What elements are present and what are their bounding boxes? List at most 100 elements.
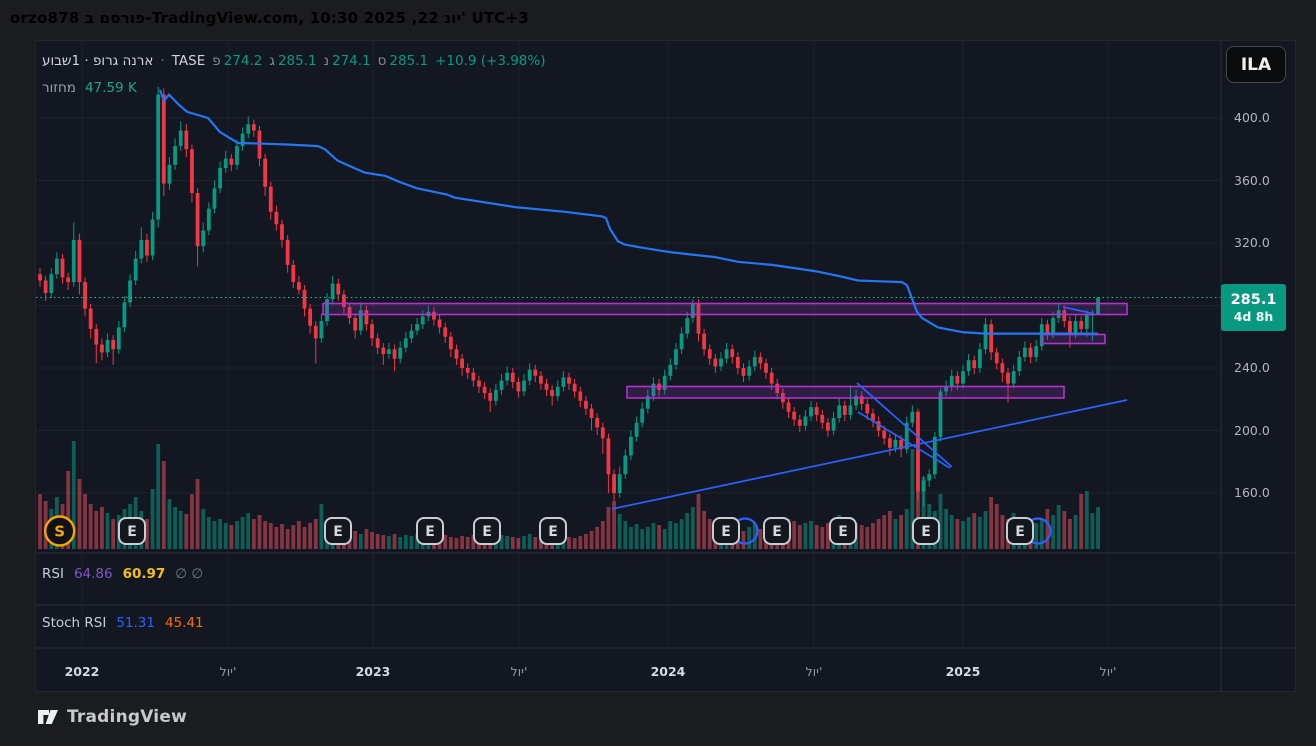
candle[interactable]	[77, 233, 82, 295]
candle[interactable]	[797, 414, 802, 433]
candle[interactable]	[887, 433, 892, 456]
candle[interactable]	[150, 211, 155, 261]
volume-bar[interactable]	[1062, 511, 1067, 549]
volume-bar[interactable]	[1068, 519, 1072, 549]
volume-bar[interactable]	[792, 521, 797, 549]
split-marker[interactable]: S	[44, 515, 76, 547]
volume-bar[interactable]	[460, 536, 464, 549]
candle[interactable]	[1079, 316, 1084, 336]
volume-bar[interactable]	[454, 538, 459, 549]
volume-bar[interactable]	[173, 507, 177, 549]
volume-bar[interactable]	[674, 523, 678, 549]
volume-bar[interactable]	[291, 525, 296, 549]
candle[interactable]	[640, 402, 645, 428]
candle[interactable]	[612, 469, 616, 501]
volume-bar[interactable]	[527, 534, 532, 549]
candle[interactable]	[71, 222, 76, 287]
candle[interactable]	[972, 355, 977, 375]
candle[interactable]	[415, 318, 419, 336]
candle[interactable]	[814, 402, 819, 422]
volume-bar[interactable]	[510, 537, 515, 549]
volume-bar[interactable]	[904, 509, 909, 549]
candle[interactable]	[741, 363, 746, 383]
volume-bar[interactable]	[865, 527, 870, 549]
earnings-marker[interactable]: E	[416, 517, 444, 545]
candle[interactable]	[454, 344, 459, 365]
candle[interactable]	[330, 275, 335, 304]
candle[interactable]	[235, 139, 239, 170]
candle[interactable]	[122, 296, 127, 333]
candle[interactable]	[173, 138, 177, 170]
candle[interactable]	[724, 343, 729, 364]
time-tick-label[interactable]: יול'	[1078, 664, 1138, 679]
rectangle-drawing[interactable]	[1041, 333, 1106, 345]
candle[interactable]	[927, 469, 932, 487]
time-tick-label[interactable]: 2025	[933, 664, 993, 679]
candle[interactable]	[820, 410, 825, 429]
volume-bar[interactable]	[859, 525, 864, 549]
candle[interactable]	[190, 144, 194, 203]
volume-bar[interactable]	[212, 521, 217, 549]
candle[interactable]	[308, 303, 313, 334]
volume-bar[interactable]	[94, 511, 99, 549]
candle[interactable]	[167, 157, 172, 190]
volume-bar[interactable]	[820, 527, 825, 549]
candle[interactable]	[195, 188, 200, 267]
volume-bar[interactable]	[358, 534, 363, 549]
earnings-marker[interactable]: E	[912, 517, 940, 545]
volume-bar[interactable]	[398, 537, 403, 549]
volume-bar[interactable]	[887, 511, 892, 549]
volume-bar[interactable]	[313, 519, 318, 549]
rectangle-drawing[interactable]	[322, 302, 1128, 316]
candle[interactable]	[668, 358, 673, 381]
candle[interactable]	[403, 332, 408, 353]
time-tick-label[interactable]: יול'	[489, 664, 549, 679]
volume-bar[interactable]	[156, 444, 161, 549]
candle[interactable]	[128, 274, 132, 308]
candle[interactable]	[409, 324, 414, 343]
volume-bar[interactable]	[178, 511, 183, 549]
candle[interactable]	[876, 416, 881, 437]
price-tick-label[interactable]: 200.0	[1227, 423, 1289, 438]
volume-bar[interactable]	[268, 523, 273, 549]
candle[interactable]	[319, 313, 324, 343]
volume-bar[interactable]	[657, 525, 661, 549]
candle[interactable]	[133, 250, 138, 286]
tradingview-watermark[interactable]: TradingView	[36, 705, 187, 729]
volume-bar[interactable]	[206, 517, 211, 549]
volume-bar[interactable]	[589, 531, 594, 549]
candle[interactable]	[246, 116, 251, 139]
volume-bar[interactable]	[893, 519, 898, 549]
candle[interactable]	[38, 268, 42, 287]
candle[interactable]	[831, 411, 836, 436]
volume-bar[interactable]	[871, 523, 875, 549]
volume-bar[interactable]	[105, 513, 110, 549]
candle[interactable]	[713, 353, 718, 373]
volume-bar[interactable]	[88, 504, 93, 549]
candle[interactable]	[66, 272, 71, 290]
volume-bar[interactable]	[640, 529, 645, 549]
volume-bar[interactable]	[263, 521, 268, 549]
volume-bar[interactable]	[229, 525, 234, 549]
candle[interactable]	[145, 233, 149, 262]
candle[interactable]	[567, 372, 571, 390]
volume-bar[interactable]	[584, 534, 588, 549]
candle[interactable]	[735, 352, 740, 375]
candle[interactable]	[966, 353, 971, 376]
candle[interactable]	[679, 327, 684, 354]
volume-bar[interactable]	[387, 536, 391, 549]
candle[interactable]	[201, 222, 206, 253]
candle[interactable]	[550, 385, 555, 406]
candle[interactable]	[83, 277, 87, 317]
candle[interactable]	[88, 303, 93, 339]
volume-bar[interactable]	[308, 523, 313, 549]
time-tick-label[interactable]: 2024	[638, 664, 698, 679]
candle[interactable]	[471, 368, 476, 387]
time-tick-label[interactable]: 2023	[343, 664, 403, 679]
blue-overlay-line[interactable]	[158, 89, 1098, 335]
candle[interactable]	[595, 413, 600, 436]
candle[interactable]	[629, 430, 633, 461]
candle[interactable]	[904, 416, 909, 454]
candle[interactable]	[448, 332, 453, 358]
candle[interactable]	[674, 343, 678, 370]
